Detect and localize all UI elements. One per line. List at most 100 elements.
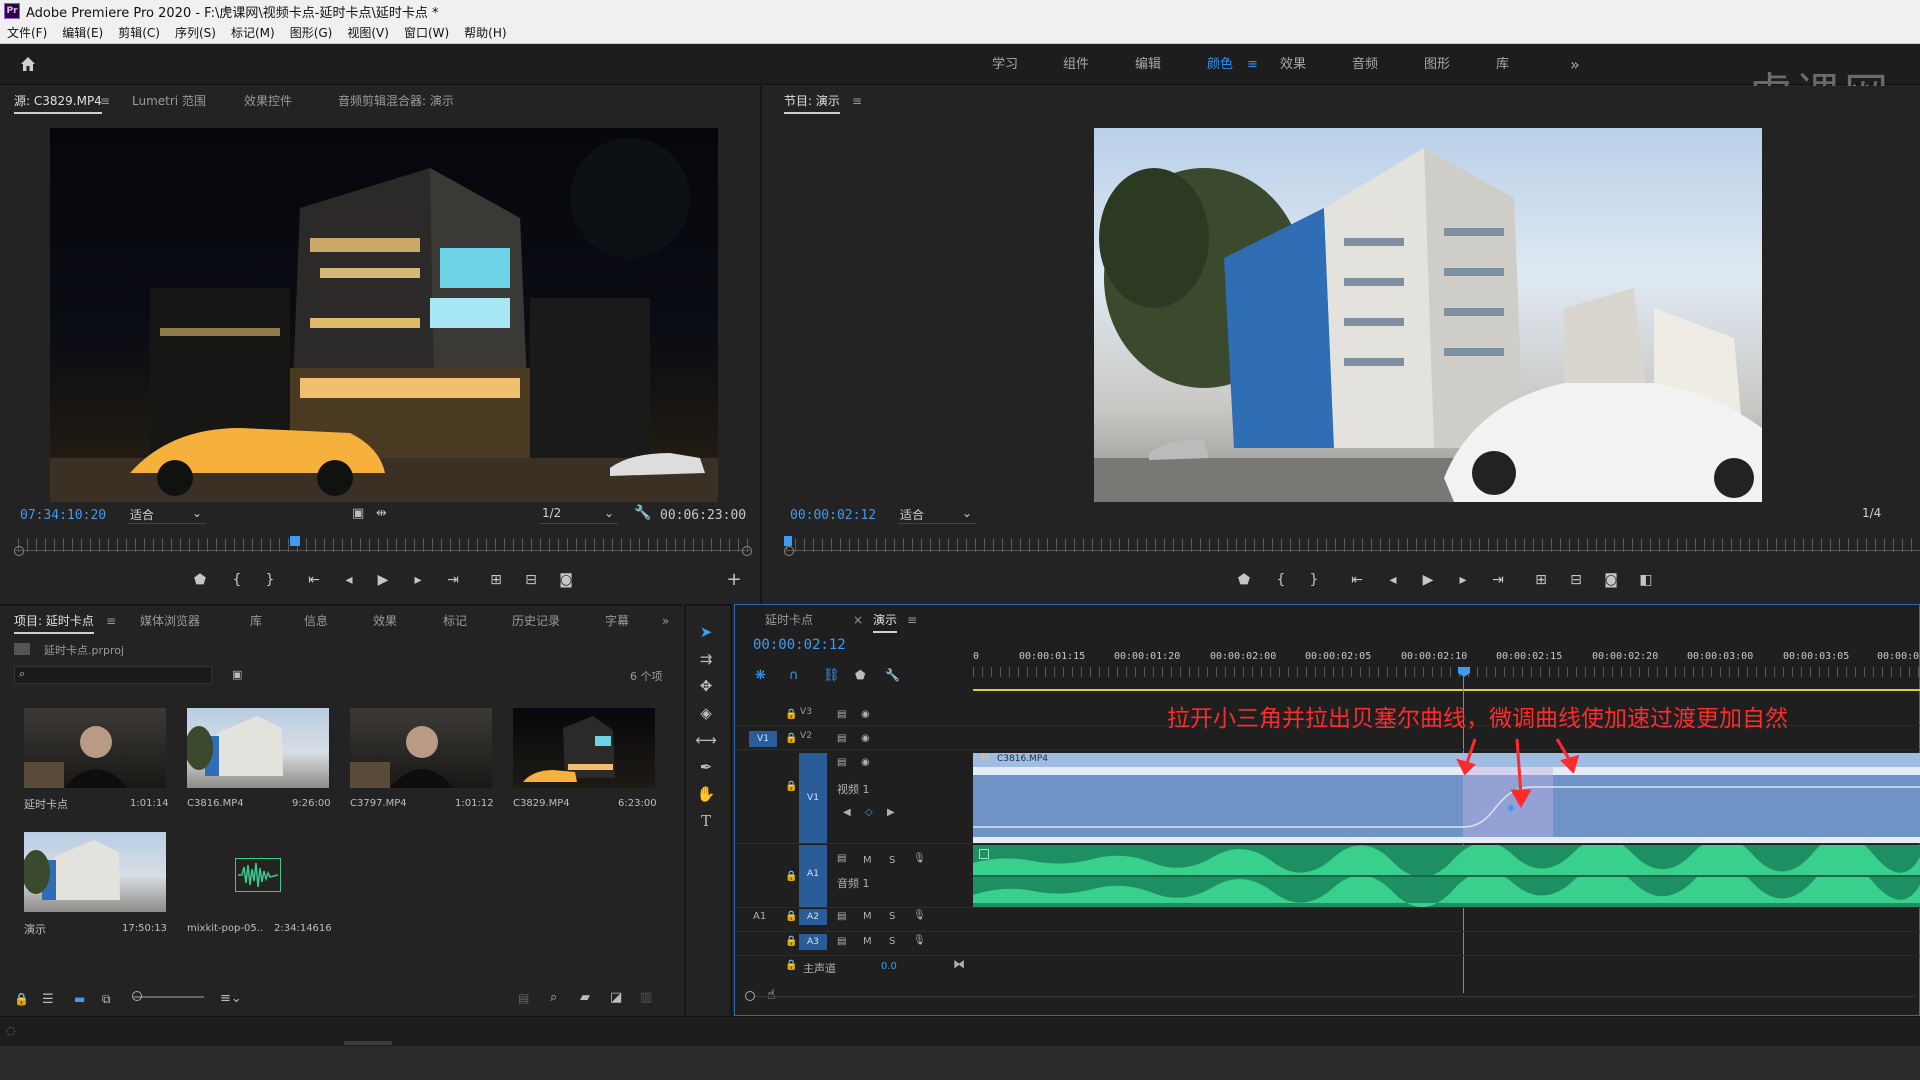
audio-clip[interactable] [973,845,1920,907]
workspace-color[interactable]: 颜色 [1207,44,1233,85]
workspace-menu-icon[interactable]: ≡ [1247,44,1258,85]
insert-icon[interactable]: ⊞ [485,569,507,591]
source-playhead[interactable] [290,536,300,546]
menu-file[interactable]: 文件(F) [7,24,47,41]
menu-sequence[interactable]: 序列(S) [175,24,216,41]
solo-a1[interactable]: S [889,855,895,866]
button-editor-plus-icon[interactable]: + [723,569,745,591]
overwrite-icon[interactable]: ⊟ [520,569,542,591]
program-add-marker-icon[interactable]: ⬟ [1233,569,1255,591]
eye-icon[interactable]: ◉ [861,733,870,744]
tab-lumetri-scopes[interactable]: Lumetri 范围 [132,86,206,116]
tab-source-menu-icon[interactable]: ≡ [100,86,110,116]
project-item-thumb[interactable] [187,832,329,912]
project-item-thumb[interactable] [24,708,166,788]
workspace-learn[interactable]: 学习 [992,44,1018,85]
tab-history[interactable]: 历史记录 [512,606,560,636]
sort-icon[interactable]: ≡⌄ [220,991,242,1006]
track-a1-label[interactable]: A1 [799,869,827,883]
timeline-settings-wrench-icon[interactable]: 🔧 [885,668,900,682]
solo-a3[interactable]: S [889,936,895,947]
slip-tool-icon[interactable]: ⟷ [692,728,720,752]
go-to-in-icon[interactable]: ⇤ [303,569,325,591]
comparison-view-icon[interactable]: ◧ [1635,569,1657,591]
timeline-zoom-out-handle[interactable] [745,991,755,1001]
program-resolution-select[interactable]: 1/4 [1860,506,1910,524]
project-item-thumb[interactable] [187,708,329,788]
nest-toggle-icon[interactable]: ❋ [755,668,766,683]
new-bin-icon[interactable]: ▰ [580,990,590,1005]
find-icon[interactable]: ⌕ [550,990,557,1005]
track-v3-label[interactable]: V3 [795,707,817,721]
source-zoom-select[interactable]: 适合 ⌄ [128,506,206,524]
tab-media-browser[interactable]: 媒体浏览器 [140,606,200,636]
workspace-audio[interactable]: 音频 [1352,44,1378,85]
tab-effect-controls[interactable]: 效果控件 [244,86,292,116]
type-tool-icon[interactable]: T [692,809,720,833]
workspace-libraries[interactable]: 库 [1496,44,1509,85]
master-volume-value[interactable]: 0.0 [881,961,897,972]
tab-captions[interactable]: 字幕 [605,606,629,636]
hand-tool-icon[interactable]: ✋ [692,782,720,806]
work-area-bar[interactable] [973,689,1920,691]
more-panels-icon[interactable]: » [662,606,669,636]
sync-lock-icon[interactable]: ▤ [837,733,846,744]
menu-window[interactable]: 窗口(W) [404,24,449,41]
new-item-icon[interactable]: ◪ [610,990,622,1005]
linked-selection-icon[interactable]: ⛓ [823,668,840,683]
tab-project[interactable]: 项目: 延时卡点 [14,606,94,636]
program-step-forward-icon[interactable]: ▸ [1452,569,1474,591]
menu-graphics[interactable]: 图形(G) [290,24,333,41]
master-collapse-icon[interactable]: ⧓ [953,957,965,971]
lift-icon[interactable]: ⊞ [1530,569,1552,591]
track-a3-label[interactable]: A3 [799,934,827,950]
zoom-slider-handle[interactable] [132,991,142,1001]
selection-tool-icon[interactable]: ➤ [692,620,720,644]
tab-source[interactable]: 源: C3829.MP4 [14,86,102,116]
add-keyframe-icon[interactable]: ◇ [865,807,873,818]
status-scrollbar[interactable] [344,1041,392,1045]
source-playhead-timecode[interactable]: 07:34:10:20 [20,508,106,523]
add-marker-timeline-icon[interactable]: ⬟ [855,668,865,682]
voiceover-mic-icon[interactable]: 🎙 [913,910,926,921]
timeline-playhead-timecode[interactable]: 00:00:02:12 [753,637,846,653]
tab-sequence-demo[interactable]: 演示 [873,605,898,635]
clear-icon[interactable]: ▥ [640,990,652,1005]
source-zoom-right-handle[interactable] [742,546,752,556]
source-zoom-left-handle[interactable] [14,546,24,556]
project-search-input[interactable]: ⌕ [14,666,212,684]
tab-project-menu-icon[interactable]: ≡ [106,606,116,636]
program-step-back-icon[interactable]: ◂ [1382,569,1404,591]
mark-in-icon[interactable]: { [226,569,248,591]
source-zoom-bar[interactable] [16,550,750,551]
tab-markers[interactable]: 标记 [443,606,467,636]
sync-lock-icon[interactable]: ▤ [837,853,846,864]
snap-icon[interactable]: ∩ [789,668,799,683]
new-search-bin-icon[interactable]: ▣ [232,668,242,681]
source-patch-v1[interactable]: V1 [749,731,777,747]
more-workspaces-icon[interactable]: » [1570,44,1580,85]
lock-icon[interactable]: 🔒 [785,781,797,792]
step-forward-icon[interactable]: ▸ [407,569,429,591]
step-back-icon[interactable]: ◂ [338,569,360,591]
workspace-assembly[interactable]: 组件 [1063,44,1089,85]
program-export-frame-icon[interactable]: ◙ [1600,569,1622,591]
lock-icon[interactable]: 🔒 [785,936,797,947]
tab-timeline-menu-icon[interactable]: ≡ [907,605,917,635]
workspace-editing[interactable]: 编辑 [1135,44,1161,85]
program-playhead-timecode[interactable]: 00:00:02:12 [790,508,876,523]
add-marker-icon[interactable]: ⬟ [189,569,211,591]
program-zoom-bar[interactable] [786,550,1920,551]
drag-video-icon[interactable]: ⇹ [376,506,387,521]
menu-view[interactable]: 视图(V) [347,24,389,41]
menu-marker[interactable]: 标记(M) [231,24,275,41]
track-select-tool-icon[interactable]: ⇉ [692,647,720,671]
tab-program[interactable]: 节目: 演示 [784,86,840,116]
program-zoom-left-handle[interactable] [784,546,794,556]
project-item-thumb[interactable] [350,708,492,788]
project-item-thumb[interactable] [24,832,166,912]
sync-lock-icon[interactable]: ▤ [837,757,846,768]
track-v2-label[interactable]: V2 [795,731,817,745]
go-to-out-icon[interactable]: ⇥ [442,569,464,591]
source-resolution-select[interactable]: 1/2 ⌄ [540,506,618,524]
